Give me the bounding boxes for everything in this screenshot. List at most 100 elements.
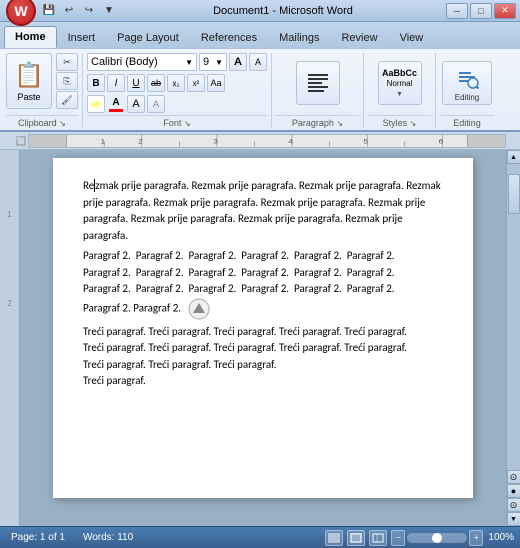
subscript-button[interactable]: x₂ bbox=[167, 74, 185, 92]
zoom-thumb[interactable] bbox=[432, 533, 442, 543]
svg-text:2: 2 bbox=[138, 137, 143, 144]
redo-button[interactable]: ↪ bbox=[80, 2, 98, 20]
qat-more-button[interactable]: ▼ bbox=[100, 2, 118, 20]
styles-group: AaBbCc Normal ▼ Styles ↘ bbox=[366, 53, 436, 128]
document-page: Rezmak prije paragrafa. Rezmak prije par… bbox=[53, 158, 473, 498]
editing-group: Editing Editing bbox=[438, 53, 498, 128]
paragraph-3: Treći paragraf. Treći paragraf. Treći pa… bbox=[83, 324, 443, 390]
margin-indicator-1: 1 bbox=[7, 210, 11, 219]
paste-button[interactable]: 📋 Paste bbox=[6, 53, 52, 109]
paragraph-2: Paragraf 2. Paragraf 2. Paragraf 2. Para… bbox=[83, 248, 443, 320]
ribbon-content: 📋 Paste ✂ ⎘ 🖌 Clipboard ↘ Calibr bbox=[0, 48, 520, 130]
copy-button[interactable]: ⎘ bbox=[56, 72, 78, 90]
tab-review[interactable]: Review bbox=[330, 26, 388, 48]
font-name-selector[interactable]: Calibri (Body) ▼ bbox=[87, 53, 197, 71]
scroll-select-page-down[interactable]: ⊙ bbox=[507, 498, 520, 512]
font-name-value: Calibri (Body) bbox=[91, 56, 158, 68]
scroll-track bbox=[507, 164, 520, 470]
tab-bar: Home Insert Page Layout References Maili… bbox=[0, 22, 520, 48]
font-name-arrow: ▼ bbox=[185, 58, 193, 67]
font-label: Font ↘ bbox=[87, 115, 267, 128]
tab-view[interactable]: View bbox=[389, 26, 435, 48]
font-group: Calibri (Body) ▼ 9 ▼ A A B I U bbox=[85, 53, 272, 128]
underline-button[interactable]: U bbox=[127, 74, 145, 92]
window-title: Document1 - Microsoft Word bbox=[120, 5, 446, 17]
zoom-in-button[interactable]: + bbox=[469, 530, 483, 546]
word-count[interactable]: Words: 110 bbox=[78, 530, 138, 545]
margin-indicator-2: 2 bbox=[7, 299, 11, 308]
clear-formatting-button[interactable]: Aa bbox=[207, 74, 225, 92]
svg-text:3: 3 bbox=[213, 137, 218, 144]
clipboard-label: Clipboard ↘ bbox=[6, 115, 78, 128]
styles-button[interactable]: AaBbCc Normal ▼ bbox=[378, 61, 422, 105]
scroll-down-button[interactable]: ▼ bbox=[507, 512, 520, 526]
ruler-icon bbox=[16, 136, 26, 146]
clipboard-group: 📋 Paste ✂ ⎘ 🖌 Clipboard ↘ bbox=[4, 53, 83, 128]
cursor bbox=[94, 179, 95, 192]
styles-label: Styles ↘ bbox=[368, 115, 431, 128]
font-size-shrink-2[interactable]: A bbox=[147, 95, 165, 113]
status-right: − + 100% bbox=[325, 530, 514, 546]
font-size-arrow: ▼ bbox=[215, 58, 223, 67]
ruler-area: 1 2 3 4 5 6 bbox=[0, 132, 520, 150]
font-size-grow-2[interactable]: A bbox=[127, 95, 145, 113]
editing-label: Editing bbox=[440, 115, 494, 128]
tab-references[interactable]: References bbox=[190, 26, 268, 48]
scroll-current-page[interactable]: ● bbox=[507, 484, 520, 498]
styles-sample: AaBbCc Normal bbox=[382, 68, 417, 88]
paragraph-button[interactable] bbox=[296, 61, 340, 105]
svg-text:1: 1 bbox=[100, 137, 105, 144]
highlight-button[interactable]: ab bbox=[87, 95, 105, 113]
strikethrough-button[interactable]: ab bbox=[147, 74, 165, 92]
scroll-indicator bbox=[188, 298, 210, 320]
document-text[interactable]: Rezmak prije paragrafa. Rezmak prije par… bbox=[83, 178, 443, 390]
tab-insert[interactable]: Insert bbox=[57, 26, 107, 48]
status-bar: Page: 1 of 1 Words: 110 − + 100% bbox=[0, 526, 520, 548]
save-button[interactable]: 💾 bbox=[40, 2, 58, 20]
font-size-value: 9 bbox=[203, 56, 209, 68]
paste-label: Paste bbox=[17, 92, 40, 102]
zoom-slider[interactable] bbox=[407, 533, 467, 543]
format-painter-button[interactable]: 🖌 bbox=[56, 91, 78, 109]
window-controls: ─ □ ✕ bbox=[446, 3, 516, 19]
shrink-font-button[interactable]: A bbox=[249, 53, 267, 71]
tab-home[interactable]: Home bbox=[4, 26, 57, 48]
zoom-out-button[interactable]: − bbox=[391, 530, 405, 546]
minimize-button[interactable]: ─ bbox=[446, 3, 468, 19]
grow-font-button[interactable]: A bbox=[229, 53, 247, 71]
font-color-btn-wrap[interactable]: A bbox=[107, 97, 125, 112]
font-size-selector[interactable]: 9 ▼ bbox=[199, 53, 227, 71]
view-full-screen[interactable] bbox=[347, 530, 365, 546]
svg-text:5: 5 bbox=[363, 137, 368, 144]
document-scroll[interactable]: Rezmak prije paragrafa. Rezmak prije par… bbox=[20, 150, 506, 526]
view-print-layout[interactable] bbox=[325, 530, 343, 546]
svg-text:6: 6 bbox=[439, 137, 444, 144]
paragraph-label: Paragraph ↘ bbox=[276, 115, 359, 128]
italic-button[interactable]: I bbox=[107, 74, 125, 92]
scroll-select-page-up[interactable]: ⊙ bbox=[507, 470, 520, 484]
editing-button[interactable]: Editing bbox=[442, 61, 492, 105]
view-web-layout[interactable] bbox=[369, 530, 387, 546]
restore-button[interactable]: □ bbox=[470, 3, 492, 19]
page-indicator[interactable]: Page: 1 of 1 bbox=[6, 530, 70, 545]
cut-button[interactable]: ✂ bbox=[56, 53, 78, 71]
editing-icon bbox=[453, 64, 481, 92]
office-icon: W bbox=[14, 3, 27, 19]
tab-mailings[interactable]: Mailings bbox=[268, 26, 330, 48]
undo-button[interactable]: ↩ bbox=[60, 2, 78, 20]
scroll-thumb[interactable] bbox=[508, 174, 520, 214]
ribbon: Home Insert Page Layout References Maili… bbox=[0, 22, 520, 132]
zoom-level[interactable]: 100% bbox=[488, 532, 514, 543]
bold-button[interactable]: B bbox=[87, 74, 105, 92]
clipboard-small-buttons: ✂ ⎘ 🖌 bbox=[56, 53, 78, 109]
horizontal-ruler: 1 2 3 4 5 6 bbox=[28, 134, 506, 148]
ruler-toggle[interactable] bbox=[14, 136, 28, 146]
svg-text:4: 4 bbox=[288, 137, 293, 144]
scroll-up-button[interactable]: ▲ bbox=[507, 150, 520, 164]
zoom-area: − + 100% bbox=[391, 530, 514, 546]
office-button[interactable]: W bbox=[6, 0, 36, 26]
close-button[interactable]: ✕ bbox=[494, 3, 516, 19]
paste-icon: 📋 bbox=[14, 61, 44, 90]
tab-page-layout[interactable]: Page Layout bbox=[106, 26, 190, 48]
superscript-button[interactable]: x² bbox=[187, 74, 205, 92]
